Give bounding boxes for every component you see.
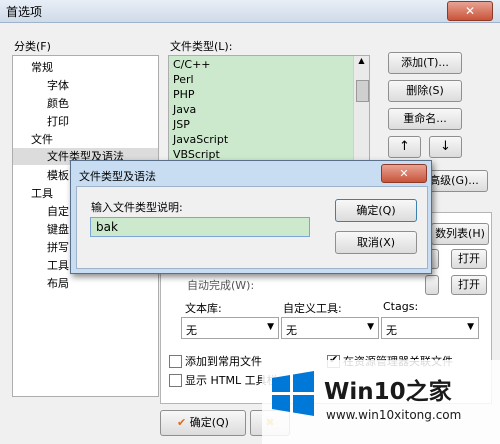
customtool-select[interactable]: 无 ▼ [281,317,379,339]
filetype-dialog: 文件类型及语法 ✕ 输入文件类型说明: bak 确定(Q) 取消(X) [70,160,432,274]
delete-button[interactable]: 删除(S) [388,80,462,102]
open-button-2[interactable]: 打开 [451,275,487,295]
chevron-down-icon: ▼ [267,322,274,332]
chevron-down-icon: ▼ [367,322,374,332]
ctags-select[interactable]: 无 ▼ [381,317,479,339]
tree-item-general[interactable]: 常规 [31,59,53,75]
add-common-label: 添加到常用文件 [185,355,262,368]
window-title: 首选项 [6,5,43,19]
dialog-close-button[interactable]: ✕ [381,164,427,183]
filetypes-label: 文件类型(L): [170,40,233,53]
watermark-url: www.win10xitong.com [326,408,462,422]
tree-item-keyboard[interactable]: 键盘 [47,221,69,237]
filetype-item[interactable]: JSP [173,118,190,131]
filetype-item[interactable]: Java [173,103,196,116]
scroll-thumb[interactable] [356,80,369,102]
check-icon: ✔ [177,416,187,429]
tree-item-layout[interactable]: 布局 [47,275,69,291]
move-up-button[interactable]: ↑ [388,136,421,158]
main-ok-label: 确定(Q) [189,416,229,429]
windows-logo-icon [272,371,314,416]
title-bar: 首选项 ✕ [0,0,500,23]
add-common-checkbox[interactable] [169,355,182,368]
tree-item-file[interactable]: 文件 [31,131,53,147]
tree-item-tools-2[interactable]: 工具 [47,257,69,273]
number-list-button[interactable]: 数列表(H) [431,223,489,245]
ctags-value: 无 [386,324,397,337]
dialog-prompt: 输入文件类型说明: [91,201,183,214]
tree-item-font[interactable]: 字体 [47,77,69,93]
filetype-description-input[interactable]: bak [90,217,310,237]
filetype-item[interactable]: PHP [173,88,195,101]
dialog-body: 输入文件类型说明: bak 确定(Q) 取消(X) [76,186,428,269]
category-label: 分类(F) [14,40,51,53]
filetype-item[interactable]: C/C++ [173,58,211,71]
rename-button[interactable]: 重命名... [388,108,462,130]
window-close-button[interactable]: ✕ [447,1,493,21]
move-down-button[interactable]: ↓ [429,136,462,158]
ctags-label: Ctags: [383,300,419,313]
dialog-title: 文件类型及语法 [79,170,156,183]
textlib-select[interactable]: 无 ▼ [181,317,279,339]
dialog-cancel-button[interactable]: 取消(X) [335,231,417,254]
customtool-label: 自定义工具: [283,302,342,315]
tree-item-custom[interactable]: 自定 [47,203,69,219]
autocomplete-label: 自动完成(W): [187,279,255,292]
tree-item-template[interactable]: 模板 [47,167,69,183]
watermark-logo-text: Win10之家 [324,379,452,405]
tree-item-tools[interactable]: 工具 [31,185,53,201]
filetypes-scrollbar[interactable]: ▲ [353,56,369,160]
tree-item-print[interactable]: 打印 [47,113,69,129]
open-button-1[interactable]: 打开 [451,249,487,269]
main-ok-button[interactable]: ✔ 确定(Q) [160,410,246,436]
scroll-up-icon[interactable]: ▲ [354,56,369,70]
show-html-checkbox[interactable] [169,374,182,387]
browse-button-2[interactable] [425,275,439,295]
textlib-value: 无 [186,324,197,337]
textlib-label: 文本库: [185,302,222,315]
tree-item-spelling[interactable]: 拼写 [47,239,69,255]
add-button[interactable]: 添加(T)... [388,52,462,74]
customtool-value: 无 [286,324,297,337]
chevron-down-icon: ▼ [467,322,474,332]
watermark: Win10之家 www.win10xitong.com [262,360,500,444]
dialog-ok-button[interactable]: 确定(Q) [335,199,417,222]
filetypes-list[interactable]: C/C++ Perl PHP Java JSP JavaScript VBScr… [168,55,370,162]
filetype-item[interactable]: Perl [173,73,194,86]
filetype-item[interactable]: JavaScript [173,133,228,146]
tree-item-color[interactable]: 颜色 [47,95,69,111]
